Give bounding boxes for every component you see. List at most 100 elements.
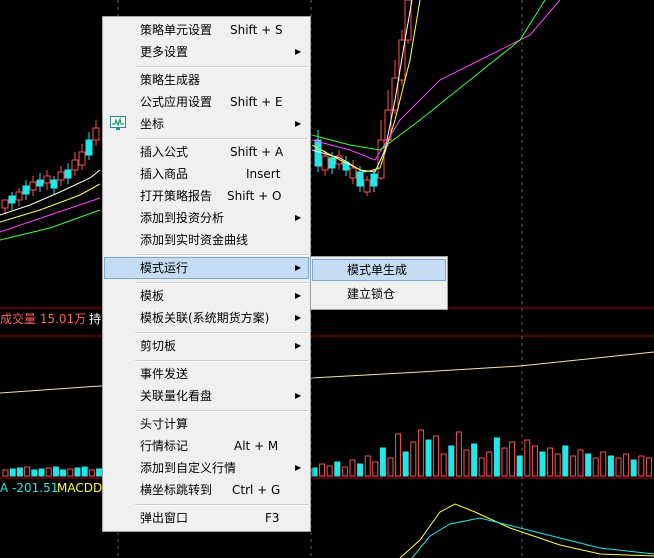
menu-item-label: 关联量化看盘	[140, 389, 213, 403]
menu-item-xaxis-jump[interactable]: 横坐标跳转到 Ctrl + G	[105, 480, 308, 500]
candle-body	[57, 171, 65, 181]
candle-body	[22, 185, 30, 195]
macd-value-label: A -201.51	[0, 481, 59, 495]
candle-body	[356, 171, 364, 187]
menu-separator	[135, 410, 308, 412]
submenu-item-create-lock-position[interactable]: 建立锁仓	[313, 284, 445, 304]
volume-bar	[516, 455, 523, 477]
menu-item-coordinates[interactable]: 坐标 ▶	[105, 114, 308, 134]
menu-item-linked-quant-watch[interactable]: 关联量化看盘 ▶	[105, 386, 308, 406]
menu-item-clipboard[interactable]: 剪切板 ▶	[105, 336, 308, 356]
volume-bar	[88, 469, 95, 477]
menu-item-label: 事件发送	[140, 367, 189, 381]
macd-lines	[399, 503, 654, 558]
menu-separator	[135, 332, 308, 334]
menu-item-label: 打开策略报告	[140, 189, 213, 203]
menu-item-label: 横坐标跳转到	[140, 483, 213, 497]
candle-body	[78, 151, 86, 166]
volume-bar	[554, 453, 561, 477]
volume-bar	[24, 466, 31, 477]
moving-average-line	[311, 0, 421, 173]
menu-item-shortcut: F3	[265, 511, 280, 525]
menu-item-market-mark[interactable]: 行情标记 Alt + M	[105, 436, 308, 456]
volume-bar	[501, 447, 508, 477]
menu-item-mode-run[interactable]: 模式运行 ▶	[104, 257, 309, 279]
menu-item-more-settings[interactable]: 更多设置 ▶	[105, 42, 308, 62]
volume-bar	[509, 441, 516, 477]
menu-item-template[interactable]: 模板 ▶	[105, 286, 308, 306]
volume-bar	[9, 468, 16, 477]
moving-average-line	[311, 0, 546, 151]
volume-bar	[410, 441, 417, 477]
submenu-item-generate-mode-order[interactable]: 模式单生成	[312, 259, 446, 281]
volume-bar	[52, 466, 59, 477]
submenu-item-label: 模式单生成	[347, 263, 408, 277]
volume-bar	[433, 435, 440, 477]
volume-bar	[493, 437, 500, 477]
menu-item-shortcut: Shift + A	[230, 145, 284, 159]
volume-bar	[96, 468, 103, 477]
volume-bar	[569, 455, 576, 477]
submenu-arrow-icon: ▶	[295, 463, 302, 472]
menu-item-label: 添加到实时资金曲线	[140, 233, 249, 247]
volume-bar	[81, 466, 88, 477]
menu-item-strategy-unit-settings[interactable]: 策略单元设置 Shift + S	[105, 20, 308, 40]
volume-bar	[531, 445, 538, 477]
volume-bar	[425, 439, 432, 477]
submenu-arrow-icon: ▶	[295, 291, 302, 300]
moving-average-line	[311, 0, 561, 161]
menu-separator	[135, 138, 308, 140]
volume-bar	[448, 445, 455, 477]
volume-average-line	[0, 351, 654, 394]
volume-bar	[349, 459, 356, 477]
candle-body	[8, 195, 16, 204]
candle-body	[314, 139, 322, 167]
menu-item-strategy-generator[interactable]: 策略生成器	[105, 70, 308, 90]
volume-bar	[645, 457, 652, 477]
submenu-arrow-icon: ▶	[295, 119, 302, 128]
menu-item-label: 公式应用设置	[140, 95, 213, 109]
menu-item-label: 插入商品	[140, 167, 189, 181]
candle-body	[50, 179, 58, 189]
submenu-arrow-icon: ▶	[295, 263, 302, 272]
volume-bar	[638, 455, 645, 477]
menu-item-insert-product[interactable]: 插入商品 Insert	[105, 164, 308, 184]
volume-bar	[607, 455, 614, 477]
volume-bar	[455, 431, 462, 477]
menu-item-insert-formula[interactable]: 插入公式 Shift + A	[105, 142, 308, 162]
menu-item-open-strategy-report[interactable]: 打开策略报告 Shift + O	[105, 186, 308, 206]
menu-separator	[135, 66, 308, 68]
volume-bar	[440, 453, 447, 477]
volume-bar	[387, 457, 394, 477]
volume-bar	[471, 443, 478, 477]
menu-item-shortcut: Shift + E	[230, 95, 283, 109]
candle-body	[349, 167, 357, 179]
menu-item-add-to-custom-market[interactable]: 添加到自定义行情 ▶	[105, 458, 308, 478]
menu-item-label: 坐标	[140, 117, 165, 131]
menu-item-formula-apply-settings[interactable]: 公式应用设置 Shift + E	[105, 92, 308, 112]
volume-bar	[577, 449, 584, 477]
submenu-arrow-icon: ▶	[295, 213, 302, 222]
macd-label: MACDD	[57, 481, 103, 495]
volume-bar	[364, 455, 371, 477]
menu-item-label: 更多设置	[140, 45, 189, 59]
menu-item-add-to-realtime-fund-curve[interactable]: 添加到实时资金曲线	[105, 230, 308, 250]
volume-bar	[395, 433, 402, 477]
volume-bar	[592, 457, 599, 477]
volume-bar	[524, 439, 531, 477]
candle-body	[15, 191, 23, 201]
menu-item-label: 弹出窗口	[140, 511, 189, 525]
volume-bar	[74, 467, 81, 477]
menu-item-position-calc[interactable]: 头寸计算	[105, 414, 308, 434]
volume-bar	[615, 457, 622, 477]
candle-body	[321, 155, 329, 171]
candle-body	[92, 127, 100, 141]
volume-bar	[311, 467, 318, 477]
submenu-arrow-icon: ▶	[295, 391, 302, 400]
menu-item-add-to-investment-analysis[interactable]: 添加到投资分析 ▶	[105, 208, 308, 228]
menu-item-template-association[interactable]: 模板关联(系统期货方案) ▶	[105, 308, 308, 328]
volume-bar	[539, 451, 546, 477]
menu-item-popup-window[interactable]: 弹出窗口 F3	[105, 508, 308, 528]
menu-item-send-event[interactable]: 事件发送	[105, 364, 308, 384]
candle-body	[36, 179, 44, 187]
